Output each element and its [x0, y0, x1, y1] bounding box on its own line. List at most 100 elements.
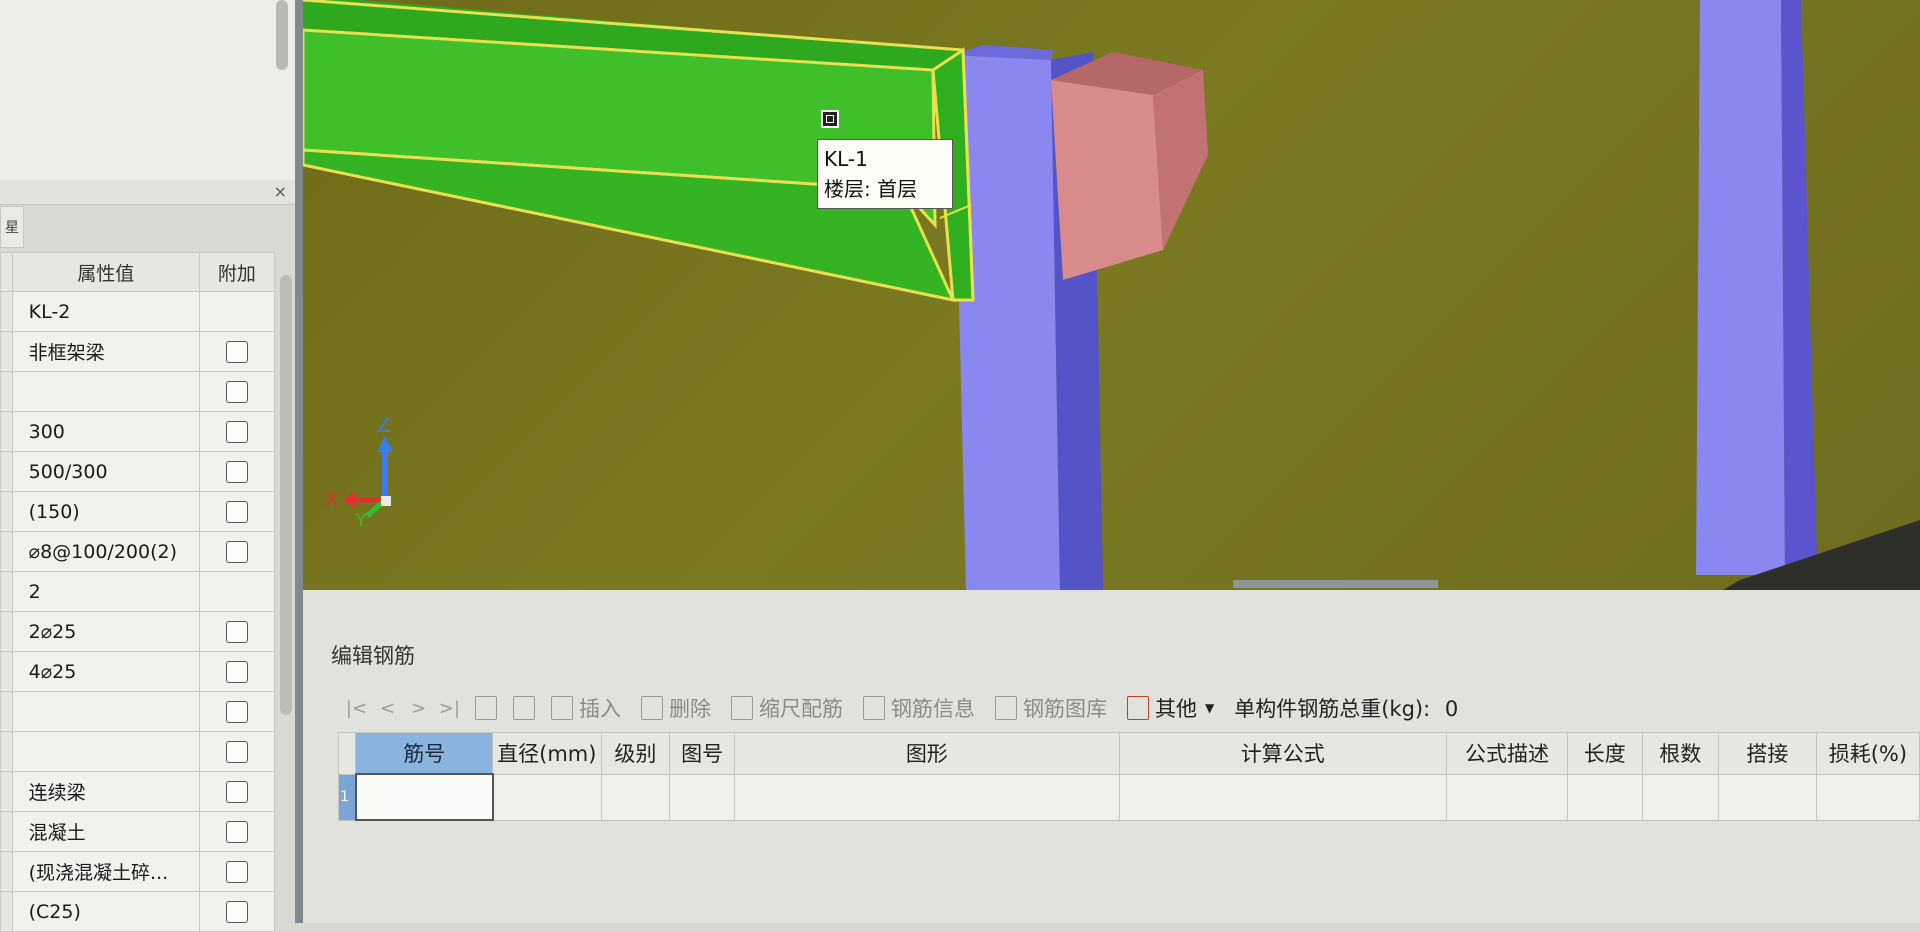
- property-value[interactable]: [11, 691, 200, 732]
- property-value[interactable]: 300: [11, 411, 200, 452]
- property-value[interactable]: KL-2: [11, 291, 200, 332]
- extra-cell[interactable]: [198, 451, 276, 492]
- extra-cell[interactable]: [198, 891, 276, 932]
- table-row[interactable]: 1: [337, 773, 1920, 821]
- property-row[interactable]: (150): [0, 491, 276, 532]
- extra-cell[interactable]: [198, 331, 276, 372]
- extra-checkbox[interactable]: [225, 540, 248, 563]
- property-row[interactable]: 2: [0, 571, 276, 612]
- move-down-icon[interactable]: [513, 696, 535, 720]
- property-row[interactable]: KL-2: [0, 291, 276, 332]
- property-row[interactable]: [0, 371, 276, 412]
- property-row[interactable]: 500/300: [0, 451, 276, 492]
- viewport-resize-handle[interactable]: [1233, 580, 1438, 588]
- extra-cell[interactable]: [198, 851, 276, 892]
- extra-checkbox[interactable]: [225, 660, 248, 683]
- cell-formula-desc[interactable]: [1445, 773, 1569, 821]
- rebar-library-button[interactable]: 钢筋图库: [985, 693, 1107, 723]
- cell-diameter[interactable]: [492, 773, 602, 821]
- extra-checkbox[interactable]: [225, 500, 248, 523]
- cell-bar-no[interactable]: [354, 773, 494, 821]
- extra-cell[interactable]: [198, 571, 276, 612]
- column-header[interactable]: 搭接: [1717, 732, 1817, 775]
- column-header[interactable]: 长度: [1567, 732, 1643, 775]
- extra-checkbox[interactable]: [225, 900, 248, 923]
- property-value[interactable]: 连续梁: [11, 771, 200, 812]
- column-header[interactable]: 根数: [1641, 732, 1719, 775]
- property-row[interactable]: 非框架梁: [0, 331, 276, 372]
- property-value[interactable]: (150): [11, 491, 200, 532]
- extra-checkbox[interactable]: [225, 460, 248, 483]
- column-header[interactable]: 计算公式: [1118, 732, 1447, 775]
- property-row[interactable]: [0, 691, 276, 732]
- cell-grade[interactable]: [600, 773, 671, 821]
- scale-rebar-button[interactable]: 缩尺配筋: [721, 693, 843, 723]
- property-scrollbar[interactable]: [280, 275, 292, 715]
- insert-button[interactable]: 插入: [541, 693, 621, 723]
- next-record-button[interactable]: >: [403, 698, 434, 719]
- rebar-info-button[interactable]: 钢筋信息: [853, 693, 975, 723]
- extra-cell[interactable]: [198, 811, 276, 852]
- column-header[interactable]: 公式描述: [1445, 732, 1569, 775]
- property-row[interactable]: 4⌀25: [0, 651, 276, 692]
- cell-count[interactable]: [1641, 773, 1719, 821]
- close-icon[interactable]: ×: [274, 182, 287, 201]
- 3d-scene[interactable]: [303, 0, 1920, 590]
- property-row[interactable]: (现浇混凝土碎...: [0, 851, 276, 892]
- extra-checkbox[interactable]: [225, 860, 248, 883]
- cell-lap[interactable]: [1717, 773, 1817, 821]
- property-value[interactable]: 500/300: [11, 451, 200, 492]
- property-value[interactable]: (现浇混凝土碎...: [11, 851, 200, 892]
- property-value[interactable]: 2: [11, 571, 200, 612]
- extra-cell[interactable]: [198, 371, 276, 412]
- property-value[interactable]: (C25): [11, 891, 200, 932]
- column-header[interactable]: 筋号: [355, 732, 494, 775]
- extra-checkbox[interactable]: [225, 740, 248, 763]
- delete-button[interactable]: 删除: [631, 693, 711, 723]
- cell-shape[interactable]: [734, 773, 1120, 821]
- column-header[interactable]: 级别: [600, 732, 671, 775]
- extra-checkbox[interactable]: [225, 380, 248, 403]
- property-panel-tab[interactable]: 星: [0, 206, 24, 248]
- extra-checkbox[interactable]: [225, 700, 248, 723]
- property-value[interactable]: 非框架梁: [11, 331, 200, 372]
- property-row[interactable]: ⌀8@100/200(2): [0, 531, 276, 572]
- extra-cell[interactable]: [198, 771, 276, 812]
- prev-record-button[interactable]: <: [372, 698, 403, 719]
- column-header[interactable]: 直径(mm): [492, 732, 602, 775]
- property-row[interactable]: [0, 731, 276, 772]
- extra-cell[interactable]: [198, 531, 276, 572]
- extra-cell[interactable]: [198, 491, 276, 532]
- column-header[interactable]: 图形: [734, 732, 1120, 775]
- left-top-scrollbar[interactable]: [276, 0, 288, 70]
- last-record-button[interactable]: >|: [434, 698, 465, 719]
- property-row[interactable]: 300: [0, 411, 276, 452]
- extra-cell[interactable]: [198, 291, 276, 332]
- property-row[interactable]: 2⌀25: [0, 611, 276, 652]
- 3d-viewport[interactable]: KL-1 楼层: 首层 Z X Y: [303, 0, 1920, 590]
- property-value[interactable]: 2⌀25: [11, 611, 200, 652]
- extra-cell[interactable]: [198, 691, 276, 732]
- extra-checkbox[interactable]: [225, 620, 248, 643]
- extra-checkbox[interactable]: [225, 340, 248, 363]
- cell-length[interactable]: [1567, 773, 1643, 821]
- column-header[interactable]: 损耗(%): [1815, 732, 1920, 775]
- extra-checkbox[interactable]: [225, 820, 248, 843]
- property-value[interactable]: 混凝土: [11, 811, 200, 852]
- extra-cell[interactable]: [198, 411, 276, 452]
- cell-figure-no[interactable]: [669, 773, 736, 821]
- property-row[interactable]: (C25): [0, 891, 276, 932]
- cell-loss[interactable]: [1815, 773, 1920, 821]
- extra-cell[interactable]: [198, 611, 276, 652]
- first-record-button[interactable]: |<: [341, 698, 372, 719]
- property-value[interactable]: [11, 371, 200, 412]
- property-value[interactable]: 4⌀25: [11, 651, 200, 692]
- extra-checkbox[interactable]: [225, 420, 248, 443]
- extra-cell[interactable]: [198, 731, 276, 772]
- column-header[interactable]: 图号: [669, 732, 736, 775]
- property-value[interactable]: ⌀8@100/200(2): [11, 531, 200, 572]
- panel-splitter[interactable]: [295, 0, 303, 923]
- cell-formula[interactable]: [1118, 773, 1447, 821]
- property-row[interactable]: 混凝土: [0, 811, 276, 852]
- other-menu-button[interactable]: 其他 ▼: [1117, 693, 1214, 723]
